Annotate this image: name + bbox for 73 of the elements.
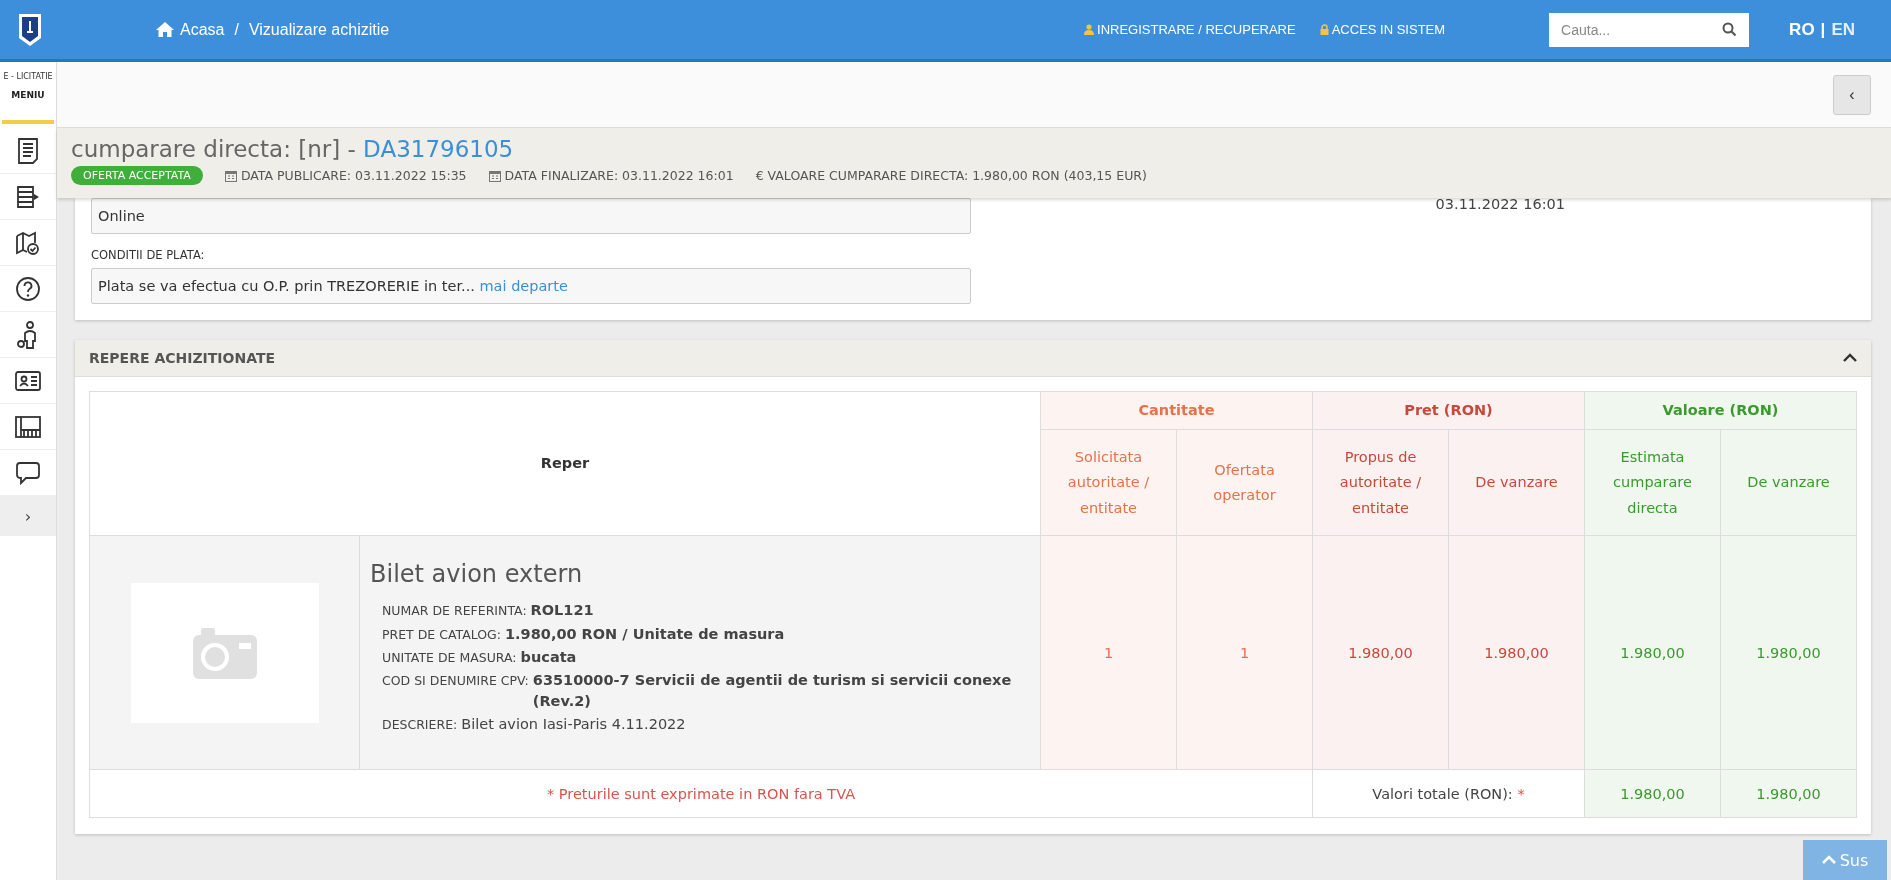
detail-value: 63510000-7 Servicii de agentii de turism si servicii conexe (Rev.2): [532, 671, 1013, 711]
language-link[interactable]: RO: [1789, 19, 1815, 40]
calendar-icon: [488, 169, 501, 182]
total-cell: 1.980,00: [1720, 769, 1857, 818]
top-link[interactable]: INREGISTRARE / RECUPERARE: [1084, 22, 1296, 37]
column-group-header: Valoare (RON): [1584, 391, 1857, 430]
language-separator: |: [1820, 19, 1826, 40]
detail-value: Bilet avion Iasi-Paris 4.11.2022: [461, 714, 686, 734]
chevron-up-icon: [1821, 855, 1836, 865]
page-title: cumparare directa: [nr] -: [71, 136, 357, 162]
home-link[interactable]: Acasa: [156, 20, 225, 39]
column-header: De vanzare: [1720, 429, 1857, 536]
id-card-icon: [14, 369, 42, 392]
column-header: De vanzare: [1448, 429, 1585, 536]
column-header: Ofertata operator: [1176, 429, 1313, 536]
meta-text: DATA PUBLICARE: 03.11.2022 15:35: [240, 168, 467, 183]
table-cell: 1: [1176, 535, 1313, 770]
home-icon: [156, 22, 174, 37]
document-icon: [16, 136, 40, 165]
item-title: Bilet avion extern: [370, 560, 584, 589]
detail-label: PRET DE CATALOG:: [382, 625, 501, 644]
collapse-button[interactable]: ‹: [1833, 74, 1871, 115]
user-icon: [1084, 24, 1095, 35]
table-cell: 1.980,00: [1312, 535, 1449, 770]
logo-icon[interactable]: [18, 12, 42, 47]
column-header: Estimata cumparare directa: [1584, 429, 1721, 536]
detail-label: UNITATE DE MASURA:: [382, 648, 517, 667]
detail-value: 1.980,00 RON / Unitate de masura: [505, 624, 785, 644]
help-icon: [15, 275, 41, 302]
table-cell: 1.980,00: [1584, 535, 1721, 770]
status-badge: OFERTA ACCEPTATA: [71, 166, 203, 185]
search-icon: [1722, 22, 1738, 37]
totals-label: Valori totale (RON): *: [1312, 769, 1585, 818]
catalog-icon: [14, 414, 42, 439]
column-group-header: Pret (RON): [1312, 391, 1585, 430]
price-note: * Preturile sunt exprimate in RON fara TVA: [89, 769, 1313, 818]
breadcrumb-current: Vizualizare achizitie: [248, 20, 390, 39]
brand-label: E - LICITATIE: [2, 72, 54, 81]
column-group-header: Cantitate: [1040, 391, 1313, 430]
column-header: Propus de autoritate / entitate: [1312, 429, 1449, 536]
field-label: CONDITII DE PLATA:: [91, 248, 206, 262]
field-value: Plata se va efectua cu O.P. prin TREZORERIE in ter... mai departe: [91, 268, 971, 304]
table-cell: 1.980,00: [1720, 535, 1857, 770]
detail-label: NUMAR DE REFERINTA:: [382, 602, 527, 620]
table-cell: 1.980,00: [1448, 535, 1585, 770]
breadcrumb-separator: /: [234, 20, 239, 39]
column-header: Solicitata autoritate / entitate: [1040, 429, 1177, 536]
more-link[interactable]: mai departe: [479, 278, 568, 294]
expand-button[interactable]: ›: [0, 496, 56, 536]
meta-text: € VALOARE CUMPARARE DIRECTA: 1.980,00 RON (403,15 EUR): [755, 168, 1147, 183]
back-to-top-button[interactable]: Sus: [1803, 840, 1887, 880]
map-check-icon: [15, 229, 41, 256]
calendar-icon: [224, 169, 237, 182]
table-cell: 1: [1040, 535, 1177, 770]
detail-label: COD SI DENUMIRE CPV:: [382, 672, 529, 690]
procurement-code-link[interactable]: DA31796105: [363, 136, 514, 162]
list-arrow-icon: [15, 183, 41, 210]
column-header: Reper: [89, 391, 1041, 536]
lock-icon: [1319, 24, 1329, 35]
detail-value: bucata: [520, 647, 577, 667]
language-link[interactable]: EN: [1831, 19, 1855, 40]
menu-title: MENIU: [10, 90, 46, 100]
response-date: 03.11.2022 16:01: [1435, 196, 1565, 212]
chevron-icon: [1843, 353, 1857, 363]
field-value: Online: [91, 198, 971, 234]
meta-text: DATA FINALIZARE: 03.11.2022 16:01: [504, 168, 734, 183]
top-link[interactable]: ACCES IN SISTEM: [1319, 22, 1446, 37]
section-title: REPERE ACHIZITIONATE: [89, 350, 276, 366]
chat-icon: [15, 459, 41, 486]
collapse-toggle[interactable]: [1843, 353, 1857, 363]
detail-label: DESCRIERE:: [382, 715, 458, 734]
total-cell: 1.980,00: [1584, 769, 1721, 818]
detail-value: ROL121: [530, 601, 594, 621]
